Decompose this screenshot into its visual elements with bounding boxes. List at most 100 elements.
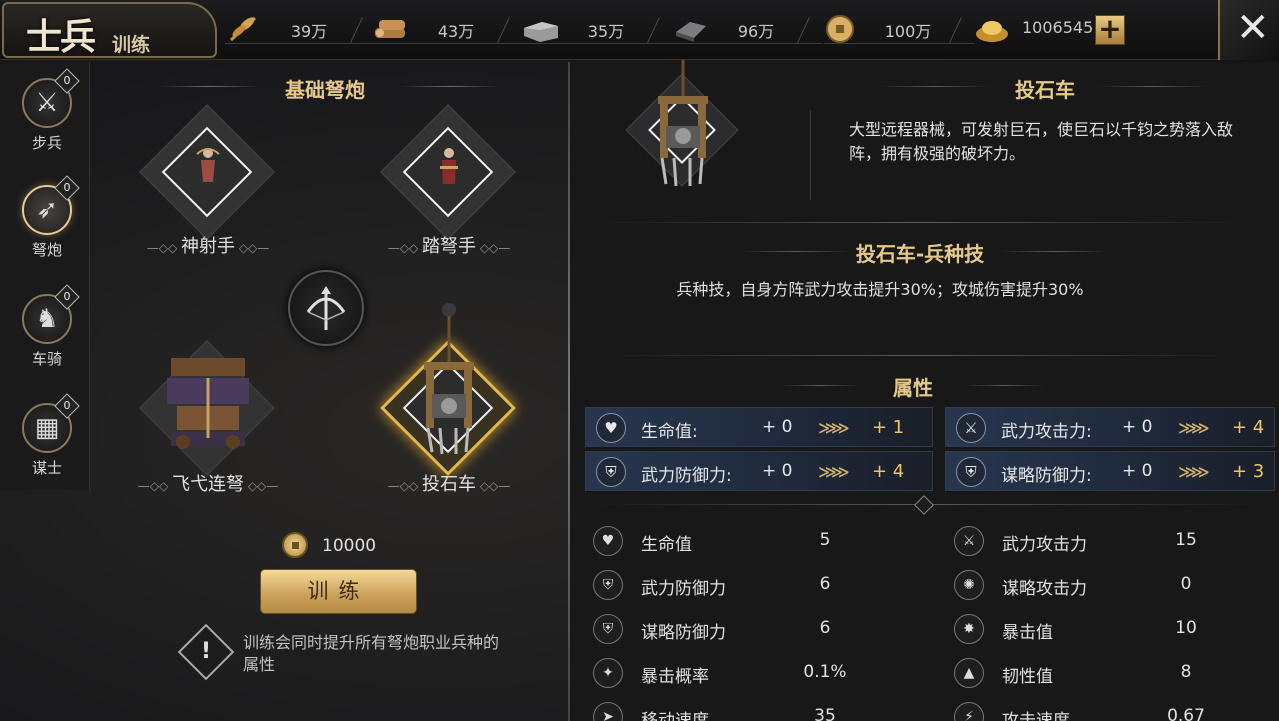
iron-icon	[676, 22, 706, 42]
resource-value: 1006545	[1022, 18, 1094, 37]
sidebar-item-label: 谋士	[31, 459, 62, 477]
attack-speed-icon: ⚡	[954, 702, 984, 721]
resource-stone: 35万	[522, 14, 672, 44]
training-note: 训练会同时提升所有弩炮职业兵种的属性	[243, 633, 500, 674]
upgrade-arrow-icon: ≫≫	[818, 418, 850, 439]
bonus-row-strategy-defense: ⛨ 谋略防御力: + 0 ≫≫ + 3	[945, 451, 1275, 491]
divider	[600, 355, 1240, 356]
badge-count: 0	[63, 399, 71, 412]
label-deco: —◇◇	[387, 241, 422, 255]
bonus-next: + 4	[1232, 417, 1265, 438]
stat-toughness: ▲ 韧性值 8	[946, 654, 1246, 694]
crossbow-class-emblem	[288, 270, 364, 346]
bonus-row-defense: ⛨ 武力防御力: + 0 ≫≫ + 4	[585, 451, 933, 491]
stat-attack: ⚔ 武力攻击力 15	[946, 522, 1246, 562]
move-speed-icon: ➤	[593, 702, 623, 721]
close-button[interactable]: ✕	[1218, 0, 1279, 60]
crossbow-icon	[306, 286, 346, 330]
unit-card-repeating-crossbow[interactable]: —◇◇ 飞弋连弩 ◇◇—	[133, 340, 283, 495]
stone-icon	[524, 22, 558, 42]
crit-rate-icon: ✦	[593, 658, 623, 688]
unit-card-crossbowman[interactable]: —◇◇ 踏弩手 ◇◇—	[374, 104, 524, 257]
unit-name: 踏弩手	[422, 236, 476, 257]
copper-coin-icon	[282, 532, 308, 558]
sidebar-item-infantry[interactable]: ⚔ 0 步兵	[18, 68, 80, 178]
skill-title: 投石车-兵种技	[855, 242, 985, 266]
resource-value: 39万	[290, 22, 328, 41]
stat-move-speed: ➤ 移动速度 35	[585, 698, 885, 721]
divider	[810, 110, 811, 200]
upgrade-arrow-icon: ≫≫	[1178, 462, 1210, 483]
top-bar: 士兵 训练 39万 43万 35万 96万 100万 1006545 + ✕	[0, 0, 1279, 60]
bonus-current: + 0	[1122, 461, 1153, 481]
training-cost: 10000	[282, 532, 402, 560]
stat-crit: ✸ 暴击值 10	[946, 610, 1246, 650]
unit-name: 投石车	[422, 474, 476, 495]
page-title: 士兵	[26, 16, 96, 58]
sidebar-item-label: 步兵	[31, 134, 62, 152]
stat-name: 暴击概率	[641, 667, 709, 687]
sidebar-item-crossbow[interactable]: ➶ 0 弩炮	[18, 175, 80, 285]
bonus-next: + 3	[1232, 461, 1265, 482]
repeating-crossbow-sprite	[167, 358, 249, 449]
resource-iron: 96万	[672, 14, 822, 44]
divider	[797, 17, 810, 43]
sword-attack-icon: ⚔	[956, 413, 986, 443]
marksman-sprite	[196, 148, 220, 182]
shield-icon: ⛨	[593, 570, 623, 600]
stat-name: 生命值	[641, 535, 692, 555]
label-deco: ◇◇—	[476, 241, 511, 255]
bonus-next: + 1	[872, 417, 905, 438]
train-button[interactable]: 训练	[260, 569, 417, 614]
divider	[647, 17, 660, 43]
resource-wood: 43万	[372, 14, 522, 44]
sidebar-item-label: 车骑	[31, 350, 62, 368]
stat-value: 8	[1180, 662, 1192, 682]
sidebar-item-strategist[interactable]: ▦ 0 谋士	[18, 393, 80, 503]
stat-name: 韧性值	[1002, 667, 1053, 687]
training-screen: 士兵 训练 39万 43万 35万 96万 100万 1006545 + ✕ ⚔…	[0, 0, 1279, 721]
strategy-attack-icon: ✺	[954, 570, 984, 600]
page-subtitle: 训练	[112, 34, 151, 56]
stat-crit-rate: ✦ 暴击概率 0.1%	[585, 654, 885, 694]
stat-value: 6	[819, 574, 831, 594]
heart-icon: ♥	[593, 526, 623, 556]
bonus-name: 武力防御力:	[641, 466, 732, 486]
resource-value: 43万	[437, 22, 475, 41]
catapult-sprite	[424, 303, 474, 455]
resource-gold: 1006545	[974, 14, 1094, 44]
add-gold-button[interactable]: +	[1095, 15, 1125, 45]
warning-icon: !	[177, 623, 235, 681]
unit-label: —◇◇ 神射手 ◇◇—	[133, 232, 283, 258]
divider	[1098, 86, 1208, 87]
divider	[160, 86, 260, 87]
stat-value: 10	[1175, 618, 1197, 638]
stat-value: 15	[1175, 530, 1197, 550]
stat-name: 攻击速度	[1002, 711, 1070, 721]
stat-value: 6	[819, 618, 831, 638]
wheat-icon	[229, 16, 257, 42]
sword-attack-icon: ⚔	[954, 526, 984, 556]
unit-card-marksman[interactable]: —◇◇ 神射手 ◇◇—	[133, 104, 283, 257]
toughness-icon: ▲	[954, 658, 984, 688]
stat-strategy-attack: ✺ 谋略攻击力 0	[946, 566, 1246, 606]
sidebar-item-cavalry[interactable]: ♞ 0 车骑	[18, 284, 80, 394]
stat-name: 武力防御力	[641, 579, 726, 599]
bonus-current: + 0	[1122, 417, 1153, 437]
label-deco: —◇◇	[137, 479, 172, 493]
strategy-shield-icon: ⛨	[593, 614, 623, 644]
wood-icon	[375, 20, 405, 38]
unit-card-catapult[interactable]: —◇◇ 投石车 ◇◇—	[374, 303, 524, 495]
shield-icon: ⛨	[596, 457, 626, 487]
unit-description: 大型远程器械，可发射巨石，使巨石以千钧之势落入敌阵，拥有极强的破坏力。	[849, 120, 1234, 163]
resource-value: 96万	[737, 22, 775, 41]
section-title: 基础弩炮	[285, 78, 365, 102]
unit-label: —◇◇ 踏弩手 ◇◇—	[374, 232, 524, 258]
warning-frame: !	[177, 623, 235, 681]
divider	[965, 385, 1045, 386]
bonus-current: + 0	[762, 461, 793, 481]
copper-coin-icon	[826, 15, 854, 43]
stat-attack-speed: ⚡ 攻击速度 0.67	[946, 698, 1246, 721]
crossbowman-sprite	[440, 148, 458, 184]
resource-copper: 100万	[824, 14, 974, 44]
